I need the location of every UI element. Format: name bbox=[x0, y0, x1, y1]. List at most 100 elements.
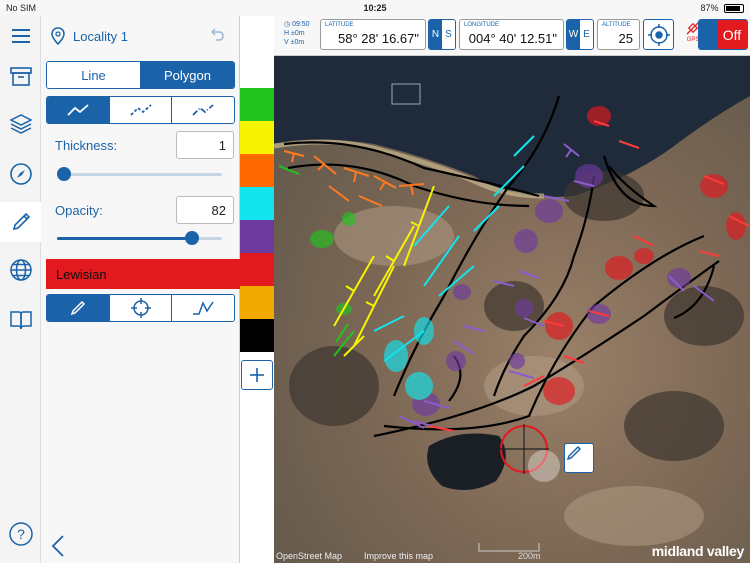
polygon-tab[interactable]: Polygon bbox=[141, 62, 234, 88]
compass-icon bbox=[9, 163, 32, 185]
menu-button[interactable] bbox=[0, 16, 41, 56]
status-bar: No SIM 10:25 87% bbox=[0, 0, 750, 16]
archive-icon bbox=[9, 67, 32, 86]
battery-indicator: 87% bbox=[700, 2, 744, 14]
dashed-line-icon bbox=[129, 104, 152, 116]
opacity-label: Opacity: bbox=[55, 203, 103, 218]
swatch[interactable] bbox=[240, 220, 274, 253]
help-icon: ? bbox=[8, 522, 33, 546]
compass-button[interactable] bbox=[0, 154, 41, 194]
satellite-map[interactable]: OpenStreet Map Improve this map 200m mid… bbox=[274, 56, 750, 563]
swatch[interactable] bbox=[240, 121, 274, 154]
pencil-icon bbox=[566, 445, 582, 461]
opacity-field[interactable]: 82 bbox=[176, 196, 234, 224]
latitude-field[interactable]: LATITUDE 58° 28' 16.67" bbox=[320, 19, 426, 50]
west-button[interactable]: W bbox=[567, 20, 580, 49]
scale-label: 200m bbox=[518, 551, 541, 561]
line-tab[interactable]: Line bbox=[47, 62, 141, 88]
east-button[interactable]: E bbox=[580, 20, 593, 49]
locality-name: Locality 1 bbox=[73, 28, 128, 44]
drawing-panel: Locality 1 Line Polygon Thickness: 1 Opa… bbox=[41, 16, 279, 563]
line-style-dashed[interactable] bbox=[109, 97, 173, 123]
h-accuracy: ±0m bbox=[291, 30, 305, 37]
swatch[interactable] bbox=[240, 187, 274, 220]
back-button[interactable] bbox=[51, 534, 71, 558]
gps-toggle[interactable]: Off bbox=[698, 19, 748, 50]
freehand-pencil-tool[interactable] bbox=[47, 295, 110, 321]
swatch-selected[interactable] bbox=[240, 253, 274, 286]
thickness-slider[interactable] bbox=[57, 167, 222, 181]
add-color-button[interactable] bbox=[241, 360, 273, 390]
latitude-value: 58° 28' 16.67" bbox=[338, 31, 419, 46]
lochan bbox=[427, 433, 506, 490]
v-label: V bbox=[284, 39, 289, 46]
thickness-slider-knob[interactable] bbox=[57, 167, 71, 181]
help-button[interactable]: ? bbox=[0, 514, 41, 554]
battery-percent: 87% bbox=[700, 2, 719, 13]
pencil-icon bbox=[12, 212, 30, 231]
carrier-text: No SIM bbox=[6, 3, 37, 13]
freehand-icon bbox=[193, 301, 214, 315]
improve-map-link[interactable]: Improve this map bbox=[364, 551, 433, 561]
layers-button[interactable] bbox=[0, 104, 41, 144]
ns-toggle: N S bbox=[428, 19, 456, 50]
gps-accuracy-readout: ◷ 09:50 H ±0m V ±0m bbox=[284, 20, 310, 47]
svg-text:?: ? bbox=[17, 526, 25, 542]
locality-selector[interactable]: Locality 1 bbox=[51, 24, 229, 48]
book-icon bbox=[9, 311, 32, 330]
map-canvas bbox=[274, 56, 750, 563]
longitude-field[interactable]: LONGITUDE 004° 40' 12.51" bbox=[459, 19, 564, 50]
clock-icon: ◷ bbox=[284, 21, 291, 28]
undo-button[interactable] bbox=[209, 26, 225, 47]
h-label: H bbox=[284, 30, 290, 37]
battery-icon bbox=[724, 4, 744, 14]
notebook-button[interactable] bbox=[0, 300, 41, 340]
map-attribution[interactable]: OpenStreet Map bbox=[276, 551, 342, 561]
thickness-field[interactable]: 1 bbox=[176, 131, 234, 159]
location-pin-icon bbox=[51, 27, 65, 45]
longitude-caption: LONGITUDE bbox=[464, 22, 500, 28]
archive-button[interactable] bbox=[0, 56, 41, 96]
v-accuracy: ±0m bbox=[290, 39, 305, 46]
crosshair-icon bbox=[130, 298, 151, 318]
undo-icon bbox=[210, 28, 224, 41]
draw-tool-selector bbox=[46, 294, 235, 322]
opacity-slider-knob[interactable] bbox=[185, 231, 200, 245]
color-swatches bbox=[240, 88, 274, 352]
menu-icon bbox=[11, 29, 30, 43]
locate-me-button[interactable] bbox=[643, 19, 674, 50]
opacity-slider[interactable] bbox=[57, 231, 222, 245]
altitude-caption: ALTITUDE bbox=[602, 22, 631, 28]
opacity-slider-fill bbox=[57, 237, 193, 240]
globe-icon bbox=[9, 259, 32, 281]
longitude-value: 004° 40' 12.51" bbox=[468, 31, 557, 46]
gps-toolbar: ◷ 09:50 H ±0m V ±0m LATITUDE 58° 28' 16.… bbox=[274, 16, 750, 56]
line-style-selector bbox=[46, 96, 235, 124]
we-toggle: W E bbox=[566, 19, 594, 50]
altitude-field[interactable]: ALTITUDE 25 bbox=[597, 19, 640, 50]
south-button[interactable]: S bbox=[442, 20, 455, 49]
gps-time: 09:50 bbox=[292, 21, 310, 28]
tool-rail: ? bbox=[0, 16, 41, 563]
geometry-mode-toggle: Line Polygon bbox=[46, 61, 235, 89]
latitude-caption: LATITUDE bbox=[325, 22, 354, 28]
gps-toggle-state: Off bbox=[717, 20, 747, 49]
swatch[interactable] bbox=[240, 88, 274, 121]
status-time: 10:25 bbox=[363, 3, 387, 13]
globe-button[interactable] bbox=[0, 250, 41, 290]
point-tool[interactable] bbox=[109, 295, 173, 321]
line-style-dotted[interactable] bbox=[172, 97, 234, 123]
swatch[interactable] bbox=[240, 154, 274, 187]
map-edit-button[interactable] bbox=[564, 443, 594, 473]
gps-toggle-handle bbox=[699, 20, 717, 49]
segment-tool[interactable] bbox=[172, 295, 234, 321]
swatch[interactable] bbox=[240, 319, 274, 352]
target-icon bbox=[647, 23, 670, 46]
draw-button[interactable] bbox=[0, 202, 41, 242]
solid-line-icon bbox=[67, 104, 89, 116]
brand-logo: midland valley bbox=[651, 543, 745, 559]
swatch[interactable] bbox=[240, 286, 274, 319]
altitude-value: 25 bbox=[618, 31, 633, 46]
north-button[interactable]: N bbox=[429, 20, 442, 49]
line-style-solid[interactable] bbox=[47, 97, 110, 123]
